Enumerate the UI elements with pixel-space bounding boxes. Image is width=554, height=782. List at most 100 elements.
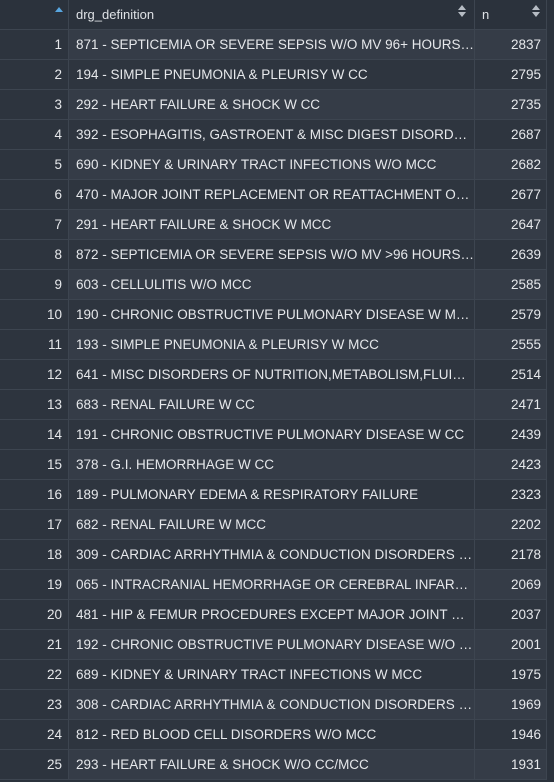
table-header: drg_definition n bbox=[0, 0, 554, 30]
drg-definition-cell: 481 - HIP & FEMUR PROCEDURES EXCEPT MAJO… bbox=[69, 600, 475, 629]
row-index-cell: 1 bbox=[0, 30, 69, 59]
drg-definition-cell: 812 - RED BLOOD CELL DISORDERS W/O MCC bbox=[69, 720, 475, 749]
drg-definition-cell: 683 - RENAL FAILURE W CC bbox=[69, 390, 475, 419]
count-cell: 2323 bbox=[475, 480, 547, 509]
sort-icon[interactable] bbox=[532, 5, 540, 19]
count-cell: 2555 bbox=[475, 330, 547, 359]
sort-icon[interactable] bbox=[458, 5, 466, 19]
table-row[interactable]: 11 193 - SIMPLE PNEUMONIA & PLEURISY W MC… bbox=[0, 330, 554, 360]
count-cell: 2423 bbox=[475, 450, 547, 479]
drg-definition-cell: 193 - SIMPLE PNEUMONIA & PLEURISY W MCC bbox=[69, 330, 475, 359]
row-index-cell: 24 bbox=[0, 720, 69, 749]
table-row[interactable]: 1 871 - SEPTICEMIA OR SEVERE SEPSIS W/O M… bbox=[0, 30, 554, 60]
count-cell: 2471 bbox=[475, 390, 547, 419]
row-index-cell: 15 bbox=[0, 450, 69, 479]
table-row[interactable]: 20 481 - HIP & FEMUR PROCEDURES EXCEPT MA… bbox=[0, 600, 554, 630]
table-row[interactable]: 10 190 - CHRONIC OBSTRUCTIVE PULMONARY DI… bbox=[0, 300, 554, 330]
count-cell: 2037 bbox=[475, 600, 547, 629]
column-header-n[interactable]: n bbox=[475, 0, 547, 29]
count-cell: 2439 bbox=[475, 420, 547, 449]
row-index-cell: 4 bbox=[0, 120, 69, 149]
drg-definition-cell: 194 - SIMPLE PNEUMONIA & PLEURISY W CC bbox=[69, 60, 475, 89]
count-cell: 2178 bbox=[475, 540, 547, 569]
count-cell: 1946 bbox=[475, 720, 547, 749]
count-cell: 2682 bbox=[475, 150, 547, 179]
table-row[interactable]: 23 308 - CARDIAC ARRHYTHMIA & CONDUCTION … bbox=[0, 690, 554, 720]
count-cell: 2837 bbox=[475, 30, 547, 59]
row-index-cell: 14 bbox=[0, 420, 69, 449]
scrollbar-track[interactable] bbox=[547, 0, 554, 782]
column-header-label: n bbox=[482, 7, 490, 22]
row-index-cell: 22 bbox=[0, 660, 69, 689]
row-index-cell: 18 bbox=[0, 540, 69, 569]
table-row[interactable]: 5 690 - KIDNEY & URINARY TRACT INFECTIONS… bbox=[0, 150, 554, 180]
drg-definition-cell: 690 - KIDNEY & URINARY TRACT INFECTIONS … bbox=[69, 150, 475, 179]
sort-ascending-icon[interactable] bbox=[55, 7, 63, 12]
drg-definition-cell: 603 - CELLULITIS W/O MCC bbox=[69, 270, 475, 299]
table-row[interactable]: 15 378 - G.I. HEMORRHAGE W CC 2423 bbox=[0, 450, 554, 480]
column-header-drg-definition[interactable]: drg_definition bbox=[69, 0, 475, 29]
column-header-label: drg_definition bbox=[76, 7, 155, 22]
row-index-cell: 10 bbox=[0, 300, 69, 329]
count-cell: 2579 bbox=[475, 300, 547, 329]
table-row[interactable]: 24 812 - RED BLOOD CELL DISORDERS W/O MCC… bbox=[0, 720, 554, 750]
table-row[interactable]: 6 470 - MAJOR JOINT REPLACEMENT OR REATTA… bbox=[0, 180, 554, 210]
count-cell: 2687 bbox=[475, 120, 547, 149]
drg-definition-cell: 309 - CARDIAC ARRHYTHMIA & CONDUCTION DI… bbox=[69, 540, 475, 569]
table-row[interactable]: 22 689 - KIDNEY & URINARY TRACT INFECTION… bbox=[0, 660, 554, 690]
table-row[interactable]: 9 603 - CELLULITIS W/O MCC 2585 bbox=[0, 270, 554, 300]
drg-definition-cell: 192 - CHRONIC OBSTRUCTIVE PULMONARY DISE… bbox=[69, 630, 475, 659]
row-index-header[interactable] bbox=[0, 0, 69, 29]
count-cell: 1931 bbox=[475, 750, 547, 779]
drg-definition-cell: 191 - CHRONIC OBSTRUCTIVE PULMONARY DISE… bbox=[69, 420, 475, 449]
row-index-cell: 25 bbox=[0, 750, 69, 779]
drg-definition-cell: 291 - HEART FAILURE & SHOCK W MCC bbox=[69, 210, 475, 239]
drg-definition-cell: 293 - HEART FAILURE & SHOCK W/O CC/MCC bbox=[69, 750, 475, 779]
row-index-cell: 16 bbox=[0, 480, 69, 509]
count-cell: 2735 bbox=[475, 90, 547, 119]
row-index-cell: 6 bbox=[0, 180, 69, 209]
drg-definition-cell: 190 - CHRONIC OBSTRUCTIVE PULMONARY DISE… bbox=[69, 300, 475, 329]
row-index-cell: 20 bbox=[0, 600, 69, 629]
count-cell: 2585 bbox=[475, 270, 547, 299]
row-index-cell: 5 bbox=[0, 150, 69, 179]
drg-definition-cell: 392 - ESOPHAGITIS, GASTROENT & MISC DIGE… bbox=[69, 120, 475, 149]
drg-definition-cell: 470 - MAJOR JOINT REPLACEMENT OR REATTAC… bbox=[69, 180, 475, 209]
table-row[interactable]: 2 194 - SIMPLE PNEUMONIA & PLEURISY W CC 2… bbox=[0, 60, 554, 90]
count-cell: 2677 bbox=[475, 180, 547, 209]
count-cell: 1975 bbox=[475, 660, 547, 689]
count-cell: 2001 bbox=[475, 630, 547, 659]
table-row[interactable]: 8 872 - SEPTICEMIA OR SEVERE SEPSIS W/O M… bbox=[0, 240, 554, 270]
row-index-cell: 17 bbox=[0, 510, 69, 539]
drg-definition-cell: 308 - CARDIAC ARRHYTHMIA & CONDUCTION DI… bbox=[69, 690, 475, 719]
drg-definition-cell: 189 - PULMONARY EDEMA & RESPIRATORY FAIL… bbox=[69, 480, 475, 509]
drg-definition-cell: 065 - INTRACRANIAL HEMORRHAGE OR CEREBRA… bbox=[69, 570, 475, 599]
row-index-cell: 8 bbox=[0, 240, 69, 269]
table-row[interactable]: 19 065 - INTRACRANIAL HEMORRHAGE OR CEREB… bbox=[0, 570, 554, 600]
table-row[interactable]: 12 641 - MISC DISORDERS OF NUTRITION,META… bbox=[0, 360, 554, 390]
table-row[interactable]: 25 293 - HEART FAILURE & SHOCK W/O CC/MCC… bbox=[0, 750, 554, 780]
drg-definition-cell: 292 - HEART FAILURE & SHOCK W CC bbox=[69, 90, 475, 119]
table-row[interactable]: 4 392 - ESOPHAGITIS, GASTROENT & MISC DIG… bbox=[0, 120, 554, 150]
row-index-cell: 21 bbox=[0, 630, 69, 659]
count-cell: 2514 bbox=[475, 360, 547, 389]
row-index-cell: 12 bbox=[0, 360, 69, 389]
table-row[interactable]: 13 683 - RENAL FAILURE W CC 2471 bbox=[0, 390, 554, 420]
drg-definition-cell: 872 - SEPTICEMIA OR SEVERE SEPSIS W/O MV… bbox=[69, 240, 475, 269]
count-cell: 1969 bbox=[475, 690, 547, 719]
row-index-cell: 3 bbox=[0, 90, 69, 119]
count-cell: 2069 bbox=[475, 570, 547, 599]
count-cell: 2795 bbox=[475, 60, 547, 89]
table-row[interactable]: 18 309 - CARDIAC ARRHYTHMIA & CONDUCTION … bbox=[0, 540, 554, 570]
table-row[interactable]: 17 682 - RENAL FAILURE W MCC 2202 bbox=[0, 510, 554, 540]
table-row[interactable]: 7 291 - HEART FAILURE & SHOCK W MCC 2647 bbox=[0, 210, 554, 240]
table-row[interactable]: 21 192 - CHRONIC OBSTRUCTIVE PULMONARY DI… bbox=[0, 630, 554, 660]
count-cell: 2639 bbox=[475, 240, 547, 269]
table-row[interactable]: 16 189 - PULMONARY EDEMA & RESPIRATORY FA… bbox=[0, 480, 554, 510]
table-row[interactable]: 3 292 - HEART FAILURE & SHOCK W CC 2735 bbox=[0, 90, 554, 120]
row-index-cell: 19 bbox=[0, 570, 69, 599]
table-row[interactable]: 14 191 - CHRONIC OBSTRUCTIVE PULMONARY DI… bbox=[0, 420, 554, 450]
row-index-cell: 9 bbox=[0, 270, 69, 299]
count-cell: 2202 bbox=[475, 510, 547, 539]
drg-definition-cell: 378 - G.I. HEMORRHAGE W CC bbox=[69, 450, 475, 479]
